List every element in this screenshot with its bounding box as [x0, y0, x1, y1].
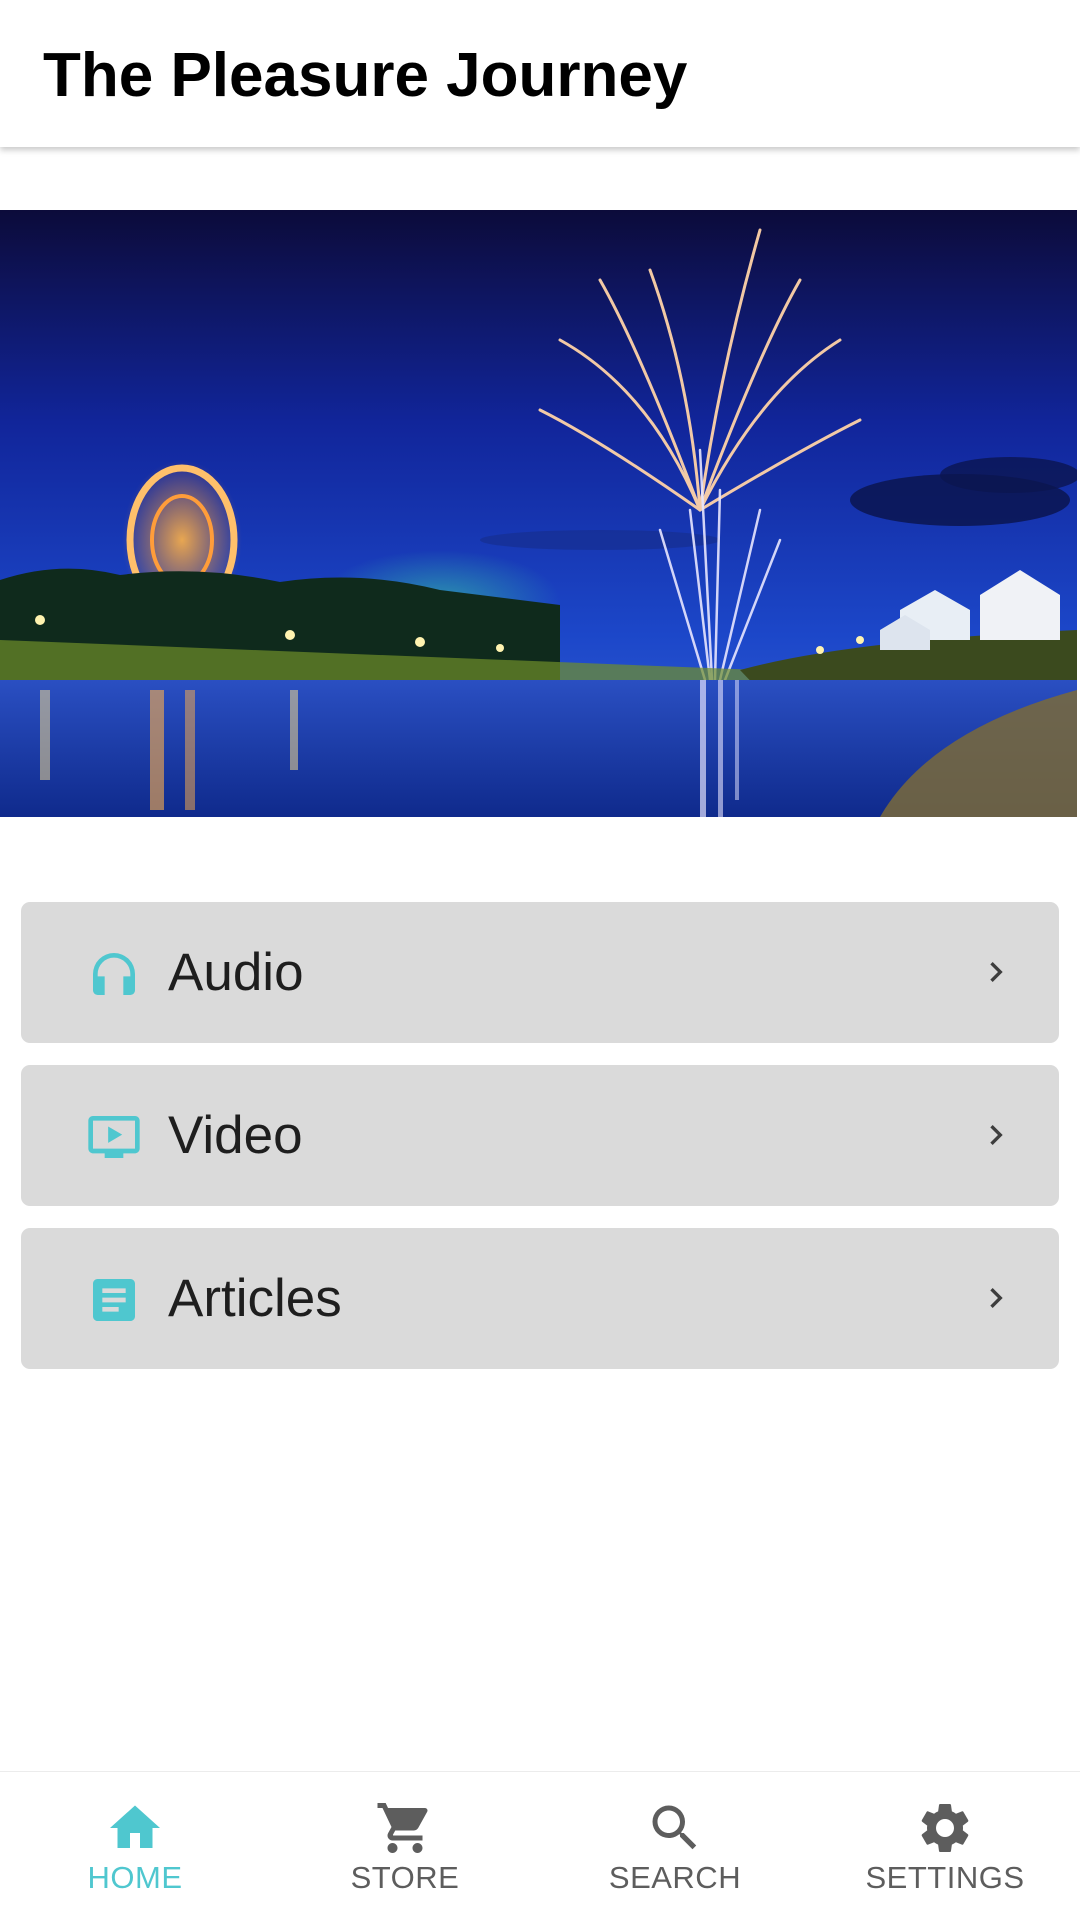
- nav-tab-search[interactable]: SEARCH: [540, 1772, 810, 1921]
- menu-item-label: Audio: [168, 943, 304, 1002]
- hero-image: [0, 210, 1077, 817]
- menu-item-video[interactable]: Video: [21, 1065, 1059, 1206]
- home-icon: [110, 1805, 160, 1848]
- menu-item-audio[interactable]: Audio: [21, 902, 1059, 1043]
- nav-tab-settings[interactable]: SETTINGS: [810, 1772, 1080, 1921]
- article-icon: [93, 1279, 135, 1321]
- nav-tab-home[interactable]: HOME: [0, 1772, 270, 1921]
- tv-play-icon: [88, 1116, 140, 1158]
- nav-tab-label: STORE: [350, 1860, 460, 1895]
- menu-item-articles[interactable]: Articles: [21, 1228, 1059, 1369]
- search-icon: [652, 1805, 697, 1850]
- chevron-right-icon: [990, 1125, 1003, 1145]
- menu-item-label: Video: [168, 1106, 303, 1165]
- menu-item-label: Articles: [168, 1269, 342, 1328]
- chevron-right-icon: [990, 1288, 1003, 1308]
- app-title: The Pleasure Journey: [43, 41, 688, 110]
- cart-icon: [377, 1803, 428, 1853]
- app-bar: The Pleasure Journey: [0, 0, 1080, 147]
- nav-tab-store[interactable]: STORE: [270, 1772, 540, 1921]
- nav-tab-label: SEARCH: [608, 1860, 742, 1895]
- gear-icon: [921, 1803, 969, 1852]
- bottom-navigation: HOME STORE SEARCH SETTINGS: [0, 1771, 1080, 1921]
- chevron-right-icon: [990, 962, 1003, 982]
- nav-tab-label: SETTINGS: [865, 1860, 1025, 1895]
- nav-tab-label: HOME: [87, 1860, 183, 1895]
- headphones-icon: [93, 953, 135, 995]
